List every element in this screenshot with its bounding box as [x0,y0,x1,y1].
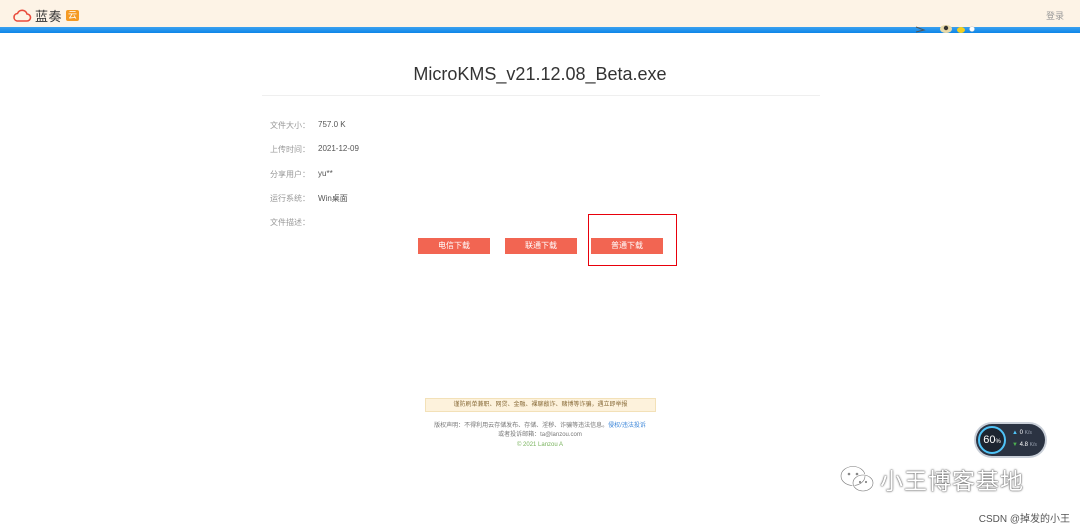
telecom-download-button[interactable]: 电信下载 [418,238,490,254]
unicom-download-button[interactable]: 联通下载 [505,238,577,254]
network-speed-widget[interactable]: 60% ▲ 0 K/s ▼ 4.8 K/s [976,424,1045,456]
usage-gauge: 60% [978,426,1006,454]
watermark-text: 小王博客基地 [880,468,1024,494]
header-decoration-icon [915,25,975,33]
highlight-annotation-box [588,214,677,266]
os-value: Win桌面 [318,194,348,203]
copyright-text: © 2021 Lanzou A [516,442,564,448]
blog-watermark: 小王博客基地 [838,462,1024,496]
complaint-email: 或者投诉邮箱：ta@lanzou.com [498,432,582,438]
usage-percent: 60 [983,434,996,446]
top-header-bar: 蓝奏 云 登录 [0,0,1080,27]
upload-speed-unit: K/s [1024,430,1032,436]
copyright-disclaimer: 版权声明：不得利用云存储发布、存储、淫秽、诈骗等违法信息。侵权/违法投诉 [0,420,1080,429]
info-label: 分享用户： [270,170,310,179]
download-arrow-icon: ▼ [1012,442,1018,448]
upload-arrow-icon: ▲ [1012,430,1018,436]
file-size-value: 757.0 K [318,120,346,129]
upload-time-value: 2021-12-09 [318,144,359,153]
logo-badge: 云 [66,10,80,21]
login-link[interactable]: 登录 [1046,9,1064,22]
cloud-icon [13,9,32,22]
csdn-credit: CSDN @掉发的小王 [978,514,1070,525]
lanzou-logo[interactable]: 蓝奏 云 [12,6,80,25]
info-label: 文件大小： [270,121,310,130]
download-speed-value: 4.8 [1019,442,1028,448]
download-speed: ▼ 4.8 K/s [1012,442,1037,448]
upload-speed-value: 0 [1019,430,1023,436]
share-user-value: yu** [318,169,333,178]
title-divider [262,95,820,96]
usage-percent-unit: % [995,439,1001,445]
wechat-icon [840,465,874,492]
info-label: 运行系统： [270,194,310,203]
fraud-notice: 谨防刷单兼职、网贷、金融、裸聊敲诈、赌博等诈骗，遇立即举报 [425,398,656,412]
logo-text: 蓝奏 [35,9,63,24]
info-label: 上传时间： [270,145,310,154]
upload-speed: ▲ 0 K/s [1012,430,1032,436]
download-speed-unit: K/s [1029,442,1037,448]
info-label: 文件描述： [270,218,310,227]
file-title: MicroKMS_v21.12.08_Beta.exe [413,64,667,84]
